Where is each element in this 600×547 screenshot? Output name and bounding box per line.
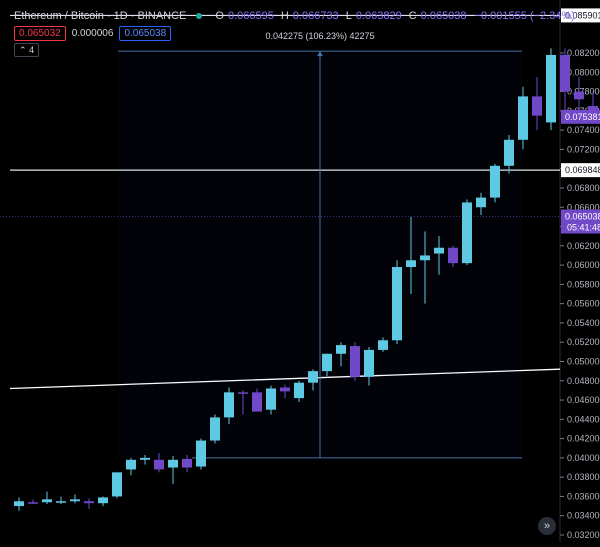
y-tick-label: 0.048000 — [567, 376, 600, 386]
y-tick-label: 0.080000 — [567, 67, 600, 77]
y-tick-label: 0.052000 — [567, 337, 600, 347]
candle-body — [126, 459, 136, 470]
y-tick-label: 0.038000 — [567, 472, 600, 482]
candle-body — [560, 54, 570, 92]
open-label: O — [215, 10, 224, 22]
y-tick-label: 0.056000 — [567, 299, 600, 309]
candle-body — [98, 497, 108, 504]
y-tick-label: 0.046000 — [567, 395, 600, 405]
chart-area[interactable]: 0.032000 0.034000 0.036000 0.038000 0.040000… — [0, 0, 600, 542]
candle-body — [308, 371, 318, 383]
candle-body — [322, 353, 332, 372]
indicator-count: 4 — [29, 45, 35, 55]
collapse-indicators-button[interactable]: ⌃ 4 — [14, 43, 40, 57]
open-value: 0.066595 — [227, 10, 274, 22]
candle-body — [42, 499, 52, 503]
close-label: C — [408, 10, 417, 22]
quote-row: 0.065032 0.000006 0.065038 — [14, 26, 172, 41]
symbol-legend: Ethereum / Bitcoin · 1D · BINANCE O 0.066… — [14, 10, 575, 22]
candle-body — [378, 340, 388, 350]
symbol-title[interactable]: Ethereum / Bitcoin · 1D · BINANCE — [14, 10, 186, 22]
price-label-text: 0.069848 — [565, 165, 600, 175]
candle-body — [112, 472, 122, 497]
y-tick-label: 0.082000 — [567, 48, 600, 58]
candle-body — [70, 499, 80, 502]
candle-body — [504, 139, 514, 166]
candle-body — [224, 392, 234, 418]
candle-body — [196, 440, 206, 467]
sell-button[interactable]: 0.065032 — [14, 26, 66, 41]
y-tick-label: 0.060000 — [567, 260, 600, 270]
candle-body — [210, 417, 220, 441]
y-tick-label: 0.068000 — [567, 183, 600, 193]
candle-body — [420, 255, 430, 261]
y-tick-label: 0.058000 — [567, 279, 600, 289]
candle-body — [56, 501, 66, 503]
candle-body — [350, 346, 360, 377]
y-tick-label: 0.032000 — [567, 530, 600, 540]
candlestick-chart[interactable]: 0.032000 0.034000 0.036000 0.038000 0.040000… — [0, 0, 600, 542]
candle-body — [154, 459, 164, 470]
y-tick-label: 0.034000 — [567, 511, 600, 521]
low-value: 0.063829 — [355, 10, 402, 22]
candle-body — [252, 392, 262, 412]
candle-body — [490, 165, 500, 198]
high-value: 0.066733 — [292, 10, 339, 22]
y-tick-label: 0.054000 — [567, 318, 600, 328]
candle-body — [574, 91, 584, 100]
candle-body — [462, 202, 472, 264]
low-label: L — [345, 10, 352, 22]
candle-body — [448, 247, 458, 264]
candle-body — [280, 387, 290, 392]
candle-body — [238, 392, 248, 394]
candle-body — [266, 388, 276, 410]
price-label-text: 0.075381 — [565, 112, 600, 122]
candle-body — [14, 501, 24, 507]
candle-body — [406, 260, 416, 268]
spread-value: 0.000006 — [71, 28, 114, 39]
y-tick-label: 0.074000 — [567, 125, 600, 135]
y-tick-label: 0.050000 — [567, 356, 600, 366]
high-label: H — [280, 10, 289, 22]
candle-body — [532, 96, 542, 116]
candle-body — [518, 96, 528, 140]
measure-label: 0.042275 (106.23%) 42275 — [265, 31, 374, 41]
candle-body — [140, 457, 150, 460]
y-tick-label: 0.040000 — [567, 453, 600, 463]
candle-body — [546, 54, 556, 123]
y-tick-label: 0.036000 — [567, 491, 600, 501]
chevron-up-icon: ⌃ — [19, 45, 27, 55]
candle-body — [476, 197, 486, 208]
market-status-icon — [196, 13, 203, 19]
y-tick-label: 0.044000 — [567, 414, 600, 424]
candle-body — [182, 458, 192, 468]
price-label-text: 0.065038 — [565, 212, 600, 222]
candle-body — [168, 459, 178, 468]
candle-body — [294, 382, 304, 399]
y-tick-label: 0.042000 — [567, 434, 600, 444]
buy-button[interactable]: 0.065038 — [119, 26, 172, 41]
scroll-to-realtime-button[interactable]: » — [538, 517, 556, 535]
countdown-label: 05:41:48 — [567, 223, 600, 233]
candle-body — [84, 501, 94, 504]
candle-body — [28, 502, 38, 504]
double-chevron-right-icon: » — [543, 520, 551, 532]
candle-body — [364, 349, 374, 377]
change-value: −0.001555 (−2.34%) — [474, 10, 575, 22]
y-tick-label: 0.062000 — [567, 241, 600, 251]
candle-body — [392, 267, 402, 341]
candle-body — [434, 247, 444, 254]
candle-body — [336, 345, 346, 354]
close-value: 0.065038 — [420, 10, 467, 22]
y-tick-label: 0.072000 — [567, 144, 600, 154]
